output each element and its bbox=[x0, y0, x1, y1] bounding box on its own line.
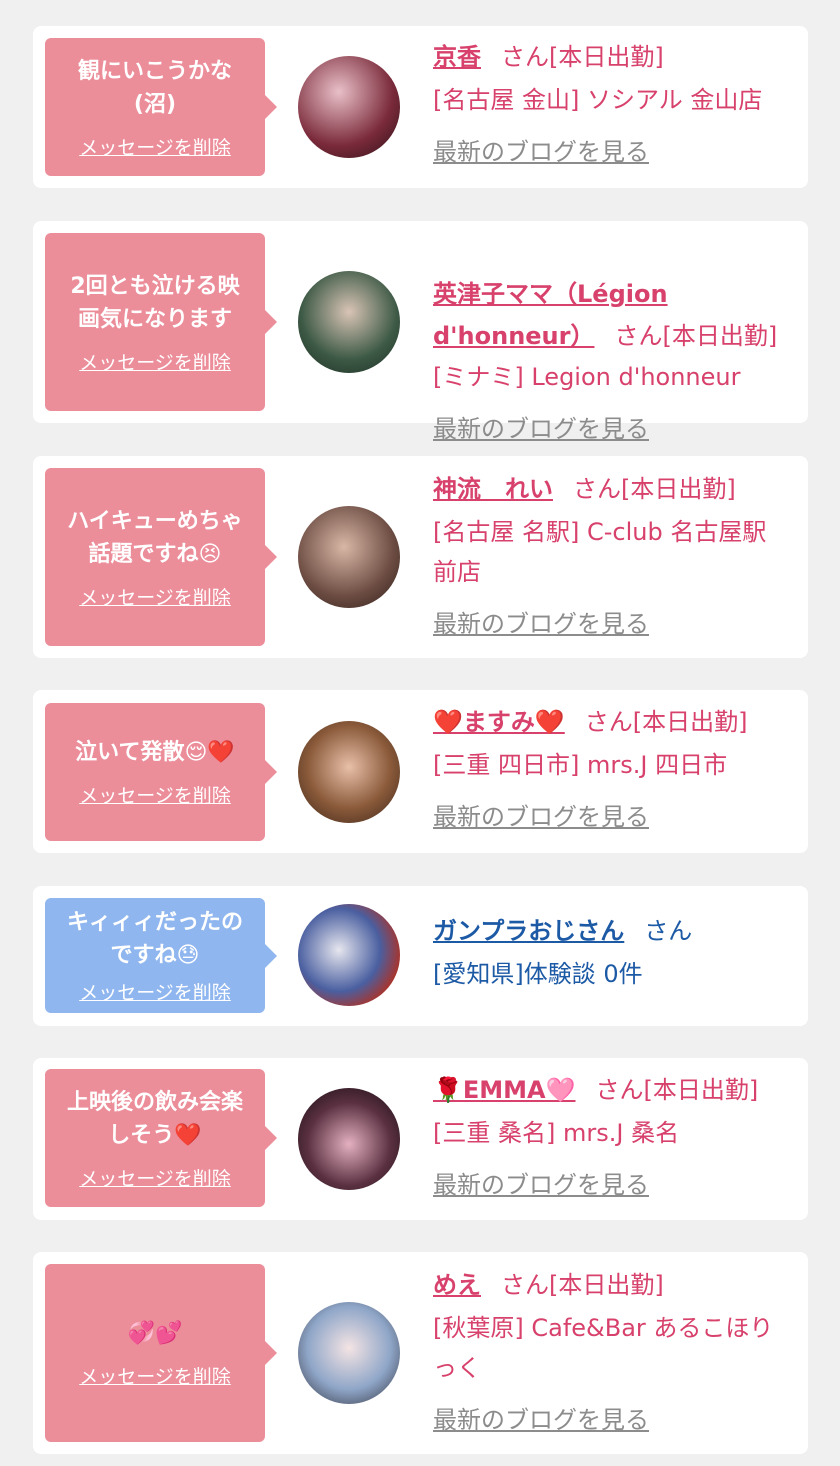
latest-blog-link[interactable]: 最新のブログを見る bbox=[433, 409, 649, 449]
user-suffix: さん[本日出勤] bbox=[501, 1271, 664, 1299]
message-bubble: 上映後の飲み会楽 しそう❤️ メッセージを削除 bbox=[45, 1069, 277, 1207]
message-text: ハイキューめちゃ 話題ですね😣 bbox=[67, 508, 243, 567]
shop-info: [ミナミ] Legion d'honneur bbox=[433, 363, 741, 391]
message-card: 💞💕 メッセージを削除 めえ さん[本日出勤] [秋葉原] Cafe&Bar ある… bbox=[33, 1252, 808, 1454]
delete-message-link[interactable]: メッセージを削除 bbox=[79, 1164, 231, 1191]
message-card: 上映後の飲み会楽 しそう❤️ メッセージを削除 🌹EMMA🩷 さん[本日出勤] [… bbox=[33, 1058, 808, 1220]
user-suffix: さん[本日出勤] bbox=[595, 1076, 759, 1104]
shop-info: [秋葉原] Cafe&Bar あるこほり っく bbox=[433, 1314, 774, 1382]
message-text: 💞💕 bbox=[127, 1321, 183, 1346]
message-text: 上映後の飲み会楽 しそう❤️ bbox=[66, 1089, 243, 1148]
user-name-link[interactable]: 🌹EMMA🩷 bbox=[433, 1076, 576, 1104]
user-name-link[interactable]: ❤️ますみ❤️ bbox=[433, 708, 565, 736]
user-name-link[interactable]: めえ bbox=[433, 1271, 481, 1299]
shop-info: [三重 桑名] mrs.J 桑名 bbox=[433, 1119, 680, 1147]
message-card: ハイキューめちゃ 話題ですね😣 メッセージを削除 神流 れい さん[本日出勤] [… bbox=[33, 456, 808, 658]
message-text: キィィィだったの ですね😓 bbox=[66, 910, 243, 968]
message-card: キィィィだったの ですね😓 メッセージを削除 ガンプラおじさん さん [愛知県]体… bbox=[33, 886, 808, 1026]
delete-message-link[interactable]: メッセージを削除 bbox=[79, 583, 231, 610]
user-suffix: さん[本日出勤] bbox=[573, 475, 736, 503]
latest-blog-link[interactable]: 最新のブログを見る bbox=[433, 797, 649, 837]
message-bubble: キィィィだったの ですね😓 メッセージを削除 bbox=[45, 898, 277, 1013]
avatar[interactable] bbox=[298, 56, 400, 158]
user-suffix: さん[本日出勤] bbox=[584, 708, 748, 736]
shop-info: [三重 四日市] mrs.J 四日市 bbox=[433, 751, 728, 779]
message-text: 2回とも泣ける映 画気になります bbox=[70, 273, 240, 332]
shop-info: [愛知県]体験談 0件 bbox=[433, 960, 643, 988]
message-bubble: 💞💕 メッセージを削除 bbox=[45, 1264, 277, 1442]
delete-message-link[interactable]: メッセージを削除 bbox=[79, 1362, 231, 1389]
message-text: 観にいこうかな (沼) bbox=[77, 58, 232, 117]
user-suffix: さん bbox=[644, 917, 693, 945]
user-name-link[interactable]: 神流 れい bbox=[433, 475, 553, 503]
user-suffix: さん[本日出勤] bbox=[614, 322, 778, 350]
message-card: 泣いて発散😌❤️ メッセージを削除 ❤️ますみ❤️ さん[本日出勤] [三重 四日… bbox=[33, 690, 808, 853]
avatar[interactable] bbox=[298, 1088, 400, 1190]
shop-info: [名古屋 金山] ソシアル 金山店 bbox=[433, 86, 763, 114]
latest-blog-link[interactable]: 最新のブログを見る bbox=[433, 604, 649, 644]
message-bubble: 観にいこうかな (沼) メッセージを削除 bbox=[45, 38, 277, 176]
latest-blog-link[interactable]: 最新のブログを見る bbox=[433, 1165, 649, 1205]
message-bubble: 泣いて発散😌❤️ メッセージを削除 bbox=[45, 703, 277, 841]
delete-message-link[interactable]: メッセージを削除 bbox=[79, 348, 231, 375]
delete-message-link[interactable]: メッセージを削除 bbox=[79, 781, 231, 808]
avatar[interactable] bbox=[298, 271, 400, 373]
shop-info: [名古屋 名駅] C-club 名古屋駅 前店 bbox=[433, 518, 767, 586]
latest-blog-link[interactable]: 最新のブログを見る bbox=[433, 1400, 649, 1440]
avatar[interactable] bbox=[298, 506, 400, 608]
user-name-link[interactable]: 京香 bbox=[433, 43, 481, 71]
message-card: 2回とも泣ける映 画気になります メッセージを削除 英津子ママ（Légion d… bbox=[33, 221, 808, 443]
delete-message-link[interactable]: メッセージを削除 bbox=[79, 978, 231, 1005]
user-suffix: さん[本日出勤] bbox=[501, 43, 664, 71]
avatar[interactable] bbox=[298, 1302, 400, 1404]
avatar[interactable] bbox=[298, 904, 400, 1006]
message-text: 泣いて発散😌❤️ bbox=[75, 740, 235, 765]
avatar[interactable] bbox=[298, 721, 400, 823]
message-card: 観にいこうかな (沼) メッセージを削除 京香 さん[本日出勤] [名古屋 金山]… bbox=[33, 26, 808, 188]
message-bubble: 2回とも泣ける映 画気になります メッセージを削除 bbox=[45, 233, 277, 411]
latest-blog-link[interactable]: 最新のブログを見る bbox=[433, 132, 649, 172]
message-bubble: ハイキューめちゃ 話題ですね😣 メッセージを削除 bbox=[45, 468, 277, 646]
user-name-link[interactable]: ガンプラおじさん bbox=[433, 917, 624, 945]
delete-message-link[interactable]: メッセージを削除 bbox=[79, 133, 231, 160]
